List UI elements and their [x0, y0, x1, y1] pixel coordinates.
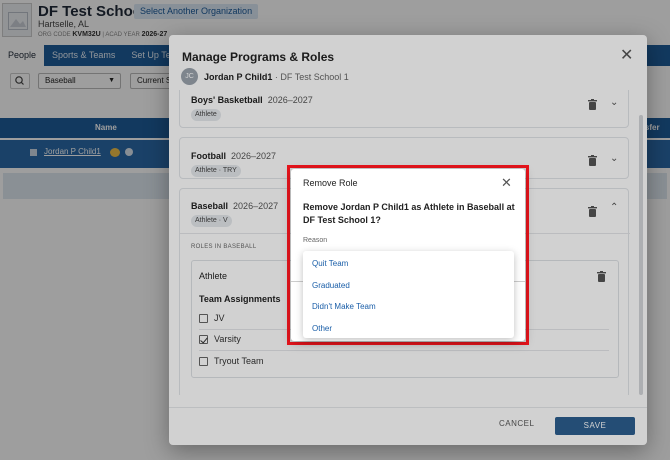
- close-icon[interactable]: ✕: [501, 176, 512, 189]
- dialog-title: Remove Role: [303, 178, 358, 188]
- reason-label: Reason: [303, 237, 328, 244]
- reason-option-didnt-make-team[interactable]: Didn't Make Team: [312, 302, 376, 311]
- reason-option-other[interactable]: Other: [312, 324, 332, 333]
- reason-option-quit-team[interactable]: Quit Team: [312, 259, 348, 268]
- dialog-question: Remove Jordan P Child1 as Athlete in Bas…: [303, 202, 515, 225]
- reason-option-graduated[interactable]: Graduated: [312, 281, 350, 290]
- reason-dropdown-menu: Quit Team Graduated Didn't Make Team Oth…: [303, 251, 514, 338]
